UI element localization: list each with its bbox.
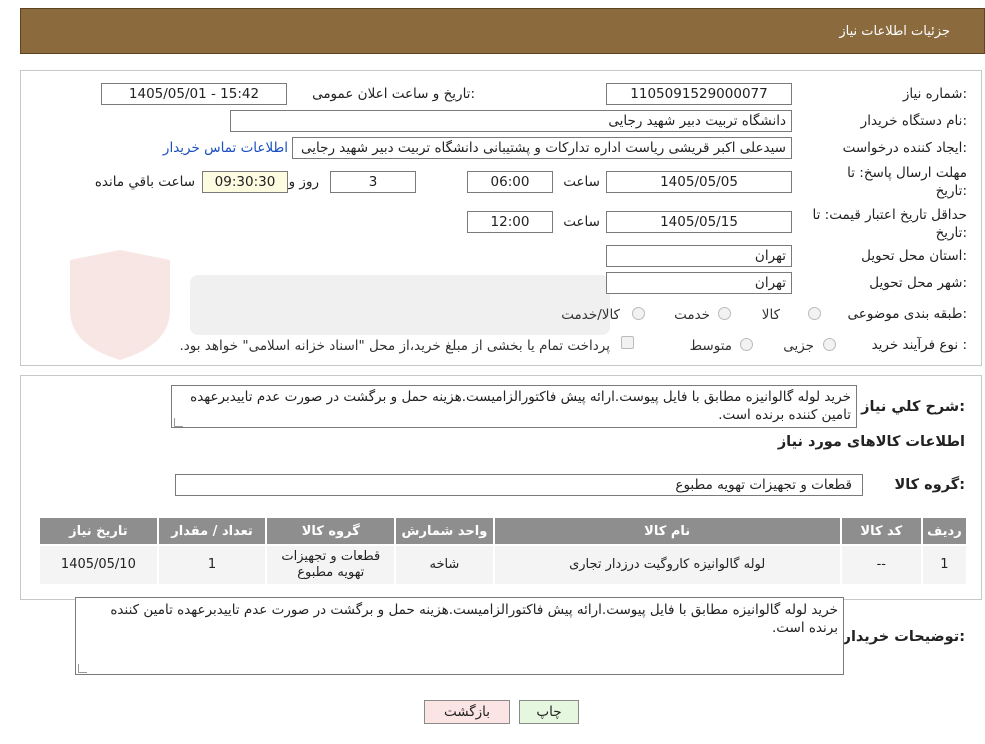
days-label: روز و (288, 174, 319, 190)
deadline-time-field[interactable]: 06:00 (467, 171, 553, 193)
need-number-label: شماره نیاز: (902, 86, 967, 102)
days-field[interactable]: 3 (330, 171, 416, 193)
items-table-wrapper: ردیف کد کالا نام کالا واحد شمارش گروه کا… (38, 516, 968, 586)
deadline-date-field[interactable]: 1405/05/05 (606, 171, 792, 193)
col-name: نام کالا (494, 518, 840, 544)
process-option-minor: جزیی (783, 338, 814, 354)
page-title: جزئیات اطلاعات نیاز (839, 24, 950, 39)
cell-date: 1405/05/10 (40, 546, 157, 584)
buyer-org-field[interactable]: دانشگاه تربیت دبیر شهید رجایی (230, 110, 792, 132)
col-code: کد کالا (841, 518, 921, 544)
col-index: ردیف (922, 518, 966, 544)
col-unit: واحد شمارش (396, 518, 493, 544)
cell-index: 1 (922, 546, 966, 584)
goods-group-label: گروه کالا: (894, 477, 965, 493)
treasury-checkbox[interactable] (621, 336, 634, 349)
buyer-notes-label: توضیحات خریدار: (842, 629, 965, 645)
buyer-notes-resize-handle[interactable] (78, 664, 87, 673)
city-label: شهر محل تحویل: (869, 275, 967, 291)
table-header-row: ردیف کد کالا نام کالا واحد شمارش گروه کا… (40, 518, 966, 544)
table-row[interactable]: 1 -- لوله گالوانیزه کاروگیت درزدار تجاری… (40, 546, 966, 584)
goods-group-field[interactable]: قطعات و تجهیزات تهویه مطبوع (175, 474, 863, 496)
cell-unit: شاخه (396, 546, 493, 584)
province-label: استان محل تحویل: (861, 248, 967, 264)
back-button[interactable]: بازگشت (424, 700, 510, 724)
requester-field[interactable]: سیدعلی اکبر قریشی ریاست اداره تدارکات و … (292, 137, 792, 159)
announce-field[interactable]: 1405/05/01 - 15:42 (101, 83, 287, 105)
buyer-org-label: نام دستگاه خریدار: (860, 113, 967, 129)
validity-time-label: ساعت (563, 214, 600, 230)
process-radio-minor[interactable] (823, 338, 836, 351)
cell-qty: 1 (158, 546, 266, 584)
category-option-goods: کالا (761, 307, 780, 323)
summary-textarea[interactable]: خرید لوله گالوانیزه مطابق با فایل پیوست.… (171, 385, 857, 428)
remaining-time-field: 09:30:30 (202, 171, 288, 193)
deadline-label: مهلت ارسال پاسخ: تا تاریخ: (847, 165, 967, 199)
category-radio-service[interactable] (718, 307, 731, 320)
requester-label: ایجاد کننده درخواست: (842, 140, 967, 156)
category-option-both: کالا/خدمت (561, 307, 620, 323)
process-label: نوع فرآیند خرید : (871, 337, 967, 353)
announce-label: تاریخ و ساعت اعلان عمومی: (312, 86, 475, 102)
category-radio-both[interactable] (632, 307, 645, 320)
city-field[interactable]: تهران (606, 272, 792, 294)
summary-resize-handle[interactable] (174, 418, 183, 427)
remaining-label: ساعت باقي مانده (94, 174, 195, 190)
deadline-time-label: ساعت (563, 174, 600, 190)
page-header: جزئیات اطلاعات نیاز (20, 8, 985, 54)
category-option-service: خدمت (674, 307, 710, 323)
validity-label: حداقل تاریخ اعتبار قیمت: تا تاریخ: (812, 207, 967, 241)
category-radio-goods[interactable] (808, 307, 821, 320)
buyer-notes-textarea[interactable]: خرید لوله گالوانیزه مطابق با فایل پیوست.… (75, 597, 844, 675)
col-date: تاریخ نیاز (40, 518, 157, 544)
process-option-medium: متوسط (689, 338, 732, 354)
goods-section-title: اطلاعات کالاهای مورد نیاز (777, 434, 965, 450)
items-table: ردیف کد کالا نام کالا واحد شمارش گروه کا… (38, 516, 968, 586)
col-qty: تعداد / مقدار (158, 518, 266, 544)
process-radio-medium[interactable] (740, 338, 753, 351)
category-label: طبقه بندی موضوعی: (847, 306, 967, 322)
need-number-field[interactable]: 1105091529000077 (606, 83, 792, 105)
payment-note: پرداخت تمام یا بخشی از مبلغ خرید،از محل … (179, 338, 610, 354)
col-group: گروه کالا (267, 518, 395, 544)
province-field[interactable]: تهران (606, 245, 792, 267)
validity-time-field[interactable]: 12:00 (467, 211, 553, 233)
cell-group: قطعات و تجهیزات تهویه مطبوع (267, 546, 395, 584)
cell-code: -- (841, 546, 921, 584)
summary-label: شرح كلي نياز: (861, 399, 965, 415)
buyer-contact-link[interactable]: اطلاعات تماس خریدار (163, 140, 288, 156)
cell-name: لوله گالوانیزه کاروگیت درزدار تجاری (494, 546, 840, 584)
validity-date-field[interactable]: 1405/05/15 (606, 211, 792, 233)
print-button[interactable]: چاپ (519, 700, 579, 724)
